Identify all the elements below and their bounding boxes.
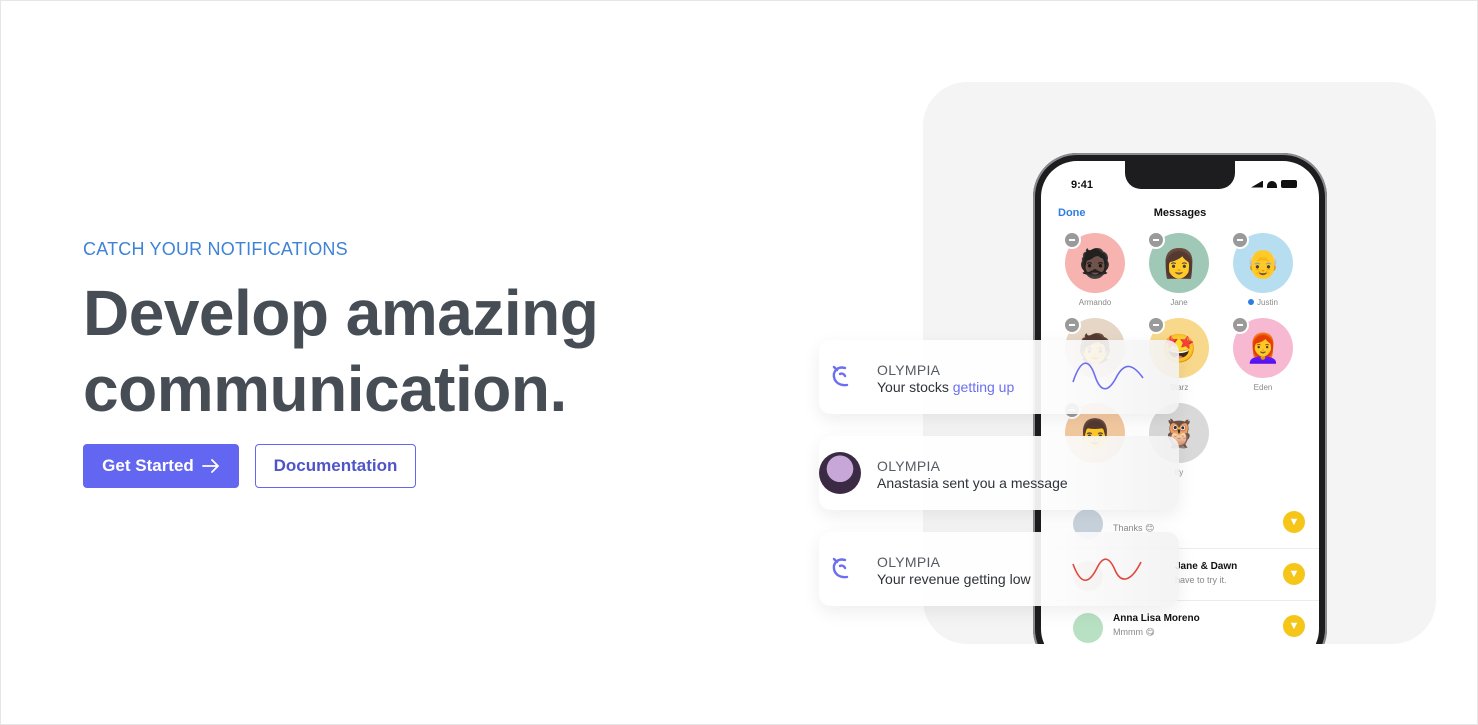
notification-text: Your revenue getting low <box>877 571 1031 587</box>
notification-card[interactable]: OLYMPIA Anastasia sent you a message <box>819 436 1179 510</box>
avatar: 👩‍🦰 <box>1231 316 1293 378</box>
hero-headline: Develop amazing communication. <box>83 275 723 427</box>
documentation-button[interactable]: Documentation <box>255 444 416 488</box>
headline-line-2: communication. <box>83 353 567 425</box>
remove-icon[interactable] <box>1231 316 1249 334</box>
chat-row[interactable]: Anna Lisa Moreno Mmmm 😋 ▼ <box>1057 601 1319 644</box>
remove-icon[interactable] <box>1147 231 1165 249</box>
get-started-button[interactable]: Get Started <box>83 444 239 488</box>
phone-notch <box>1125 161 1235 189</box>
notification-text-highlight: getting up <box>952 379 1015 395</box>
memoji-icon: 🧔🏿 <box>1077 247 1113 279</box>
unread-dot-icon <box>1248 299 1255 305</box>
hero-actions: Get Started Documentation <box>83 444 416 488</box>
hero-eyebrow: CATCH YOUR NOTIFICATIONS <box>83 239 348 259</box>
avatar-name: Jane <box>1170 298 1188 307</box>
memoji-icon: 👴 <box>1245 247 1281 279</box>
hero-section: CATCH YOUR NOTIFICATIONS Develop amazing… <box>83 239 723 427</box>
sender-avatar <box>819 452 861 494</box>
chat-name: Anna Lisa Moreno <box>1113 613 1200 624</box>
battery-icon <box>1281 180 1297 188</box>
notification-text: Anastasia sent you a message <box>877 475 1068 491</box>
chat-preview: have to try it. <box>1175 575 1227 585</box>
status-time: 9:41 <box>1071 179 1094 191</box>
notification-card[interactable]: OLYMPIA Your revenue getting low <box>819 532 1179 606</box>
remove-icon[interactable] <box>1063 316 1081 334</box>
pinned-contact[interactable]: 👴 Justin <box>1231 231 1293 307</box>
avatar: 👩 <box>1147 231 1209 293</box>
wave-down-icon <box>1072 558 1142 582</box>
pin-icon[interactable]: ▼ <box>1283 563 1305 585</box>
status-icons <box>1251 180 1297 188</box>
wave-up-icon <box>1072 362 1144 390</box>
wifi-icon <box>1267 180 1277 188</box>
avatar-name: Armando <box>1078 298 1112 307</box>
headline-line-1: Develop amazing <box>83 277 599 349</box>
remove-icon[interactable] <box>1147 316 1165 334</box>
remove-icon[interactable] <box>1231 231 1249 249</box>
notification-card[interactable]: OLYMPIA Your stocks getting up <box>819 340 1179 414</box>
avatar-name: Justin <box>1233 298 1293 307</box>
olympia-logo-icon <box>819 548 861 590</box>
pin-icon[interactable]: ▼ <box>1283 615 1305 637</box>
messages-title: Messages <box>1153 207 1207 219</box>
contact-thumbnail <box>1073 613 1103 643</box>
avatar: 🧔🏿 <box>1063 231 1125 293</box>
pinned-contact[interactable]: 🧔🏿 Armando <box>1063 231 1125 307</box>
chat-preview: Mmmm 😋 <box>1113 627 1155 637</box>
notification-app-name: OLYMPIA <box>877 362 941 378</box>
photo-icon: 👩 <box>1161 247 1197 279</box>
memoji-icon: 👩‍🦰 <box>1245 332 1281 364</box>
pinned-contact[interactable]: 👩 Jane <box>1147 231 1209 307</box>
arrow-right-icon <box>201 459 219 473</box>
notification-text-prefix: Your stocks <box>877 379 953 395</box>
documentation-label: Documentation <box>273 456 398 475</box>
olympia-logo-icon <box>819 356 861 398</box>
notification-app-name: OLYMPIA <box>877 554 941 570</box>
avatar: 👴 <box>1231 231 1293 293</box>
notification-text: Your stocks getting up <box>877 379 1014 395</box>
avatar-name: Eden <box>1253 383 1273 392</box>
signal-icon <box>1251 180 1263 188</box>
get-started-label: Get Started <box>102 456 194 475</box>
notification-app-name: OLYMPIA <box>877 458 941 474</box>
avatar-name-text: Justin <box>1257 298 1278 307</box>
pinned-contact[interactable]: 👩‍🦰 Eden <box>1231 316 1293 392</box>
chat-name: Jane & Dawn <box>1175 561 1238 572</box>
remove-icon[interactable] <box>1063 231 1081 249</box>
pin-icon[interactable]: ▼ <box>1283 511 1305 533</box>
